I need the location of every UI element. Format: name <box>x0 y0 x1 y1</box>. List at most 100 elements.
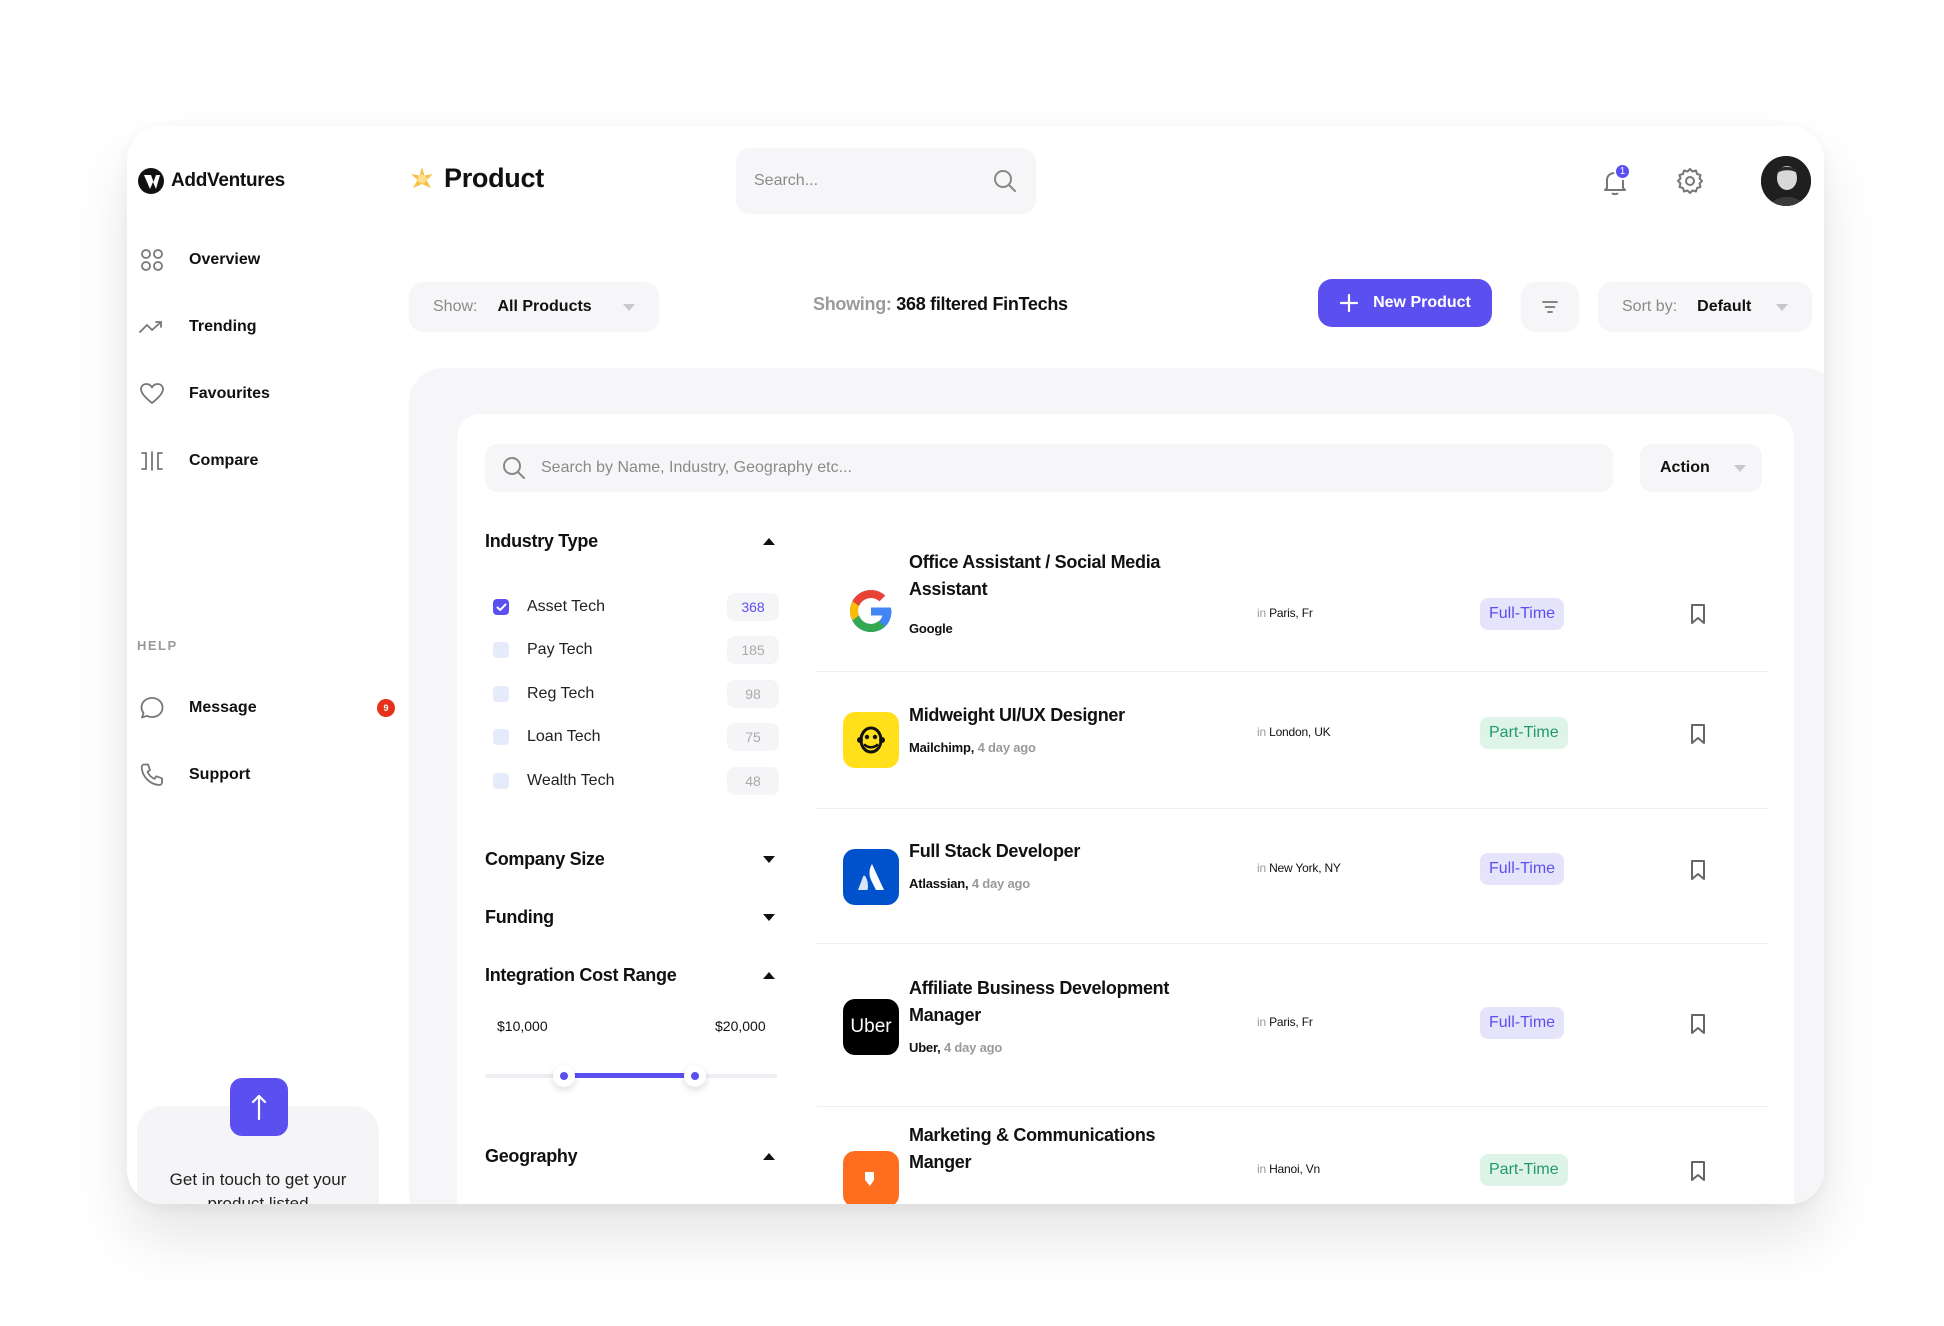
checkbox[interactable] <box>493 599 509 615</box>
posted-ago: 4 day ago <box>977 740 1036 755</box>
filter-option-asset-tech[interactable]: Asset Tech 368 <box>493 593 779 621</box>
checkbox[interactable] <box>493 773 509 789</box>
job-title[interactable]: Midweight UI/UX Designer <box>909 702 1189 729</box>
job-title[interactable]: Marketing & Communications Manger <box>909 1122 1189 1176</box>
list-item[interactable]: Uber Affiliate Business Development Mana… <box>817 944 1769 1106</box>
global-search-input[interactable] <box>754 172 992 190</box>
filter-option-loan-tech[interactable]: Loan Tech 75 <box>493 723 779 751</box>
sidebar-item-message[interactable]: Message 9 <box>139 695 395 721</box>
filter-option-count: 185 <box>727 636 779 664</box>
location-prefix: in <box>1257 1015 1266 1029</box>
filter-group-geography[interactable]: Geography <box>485 1146 775 1167</box>
gear-icon <box>1677 168 1703 194</box>
bookmark-icon[interactable] <box>1687 859 1709 881</box>
collapse-icon <box>763 1153 775 1160</box>
action-dropdown-label: Action <box>1660 459 1710 476</box>
filter-option-reg-tech[interactable]: Reg Tech 98 <box>493 680 779 708</box>
notifications-button[interactable]: 1 <box>1600 163 1631 197</box>
checkbox[interactable] <box>493 642 509 658</box>
filter-group-industry-type[interactable]: Industry Type <box>485 531 775 552</box>
bookmark-icon[interactable] <box>1687 1160 1709 1182</box>
chevron-down-icon <box>623 303 635 311</box>
job-type-badge: Part-Time <box>1480 1154 1568 1186</box>
panel-search-input[interactable] <box>541 459 1597 477</box>
sidebar-item-label: Favourites <box>189 385 270 402</box>
action-dropdown[interactable]: Action <box>1640 444 1762 492</box>
job-company: Google <box>909 621 953 636</box>
plus-icon <box>1339 293 1359 313</box>
list-item[interactable]: Full Stack Developer Atlassian, 4 day ag… <box>817 809 1769 943</box>
expand-icon <box>763 856 775 863</box>
sidebar-item-trending[interactable]: Trending <box>139 314 257 340</box>
message-count-badge: 9 <box>377 699 395 717</box>
settings-button[interactable] <box>1675 166 1705 196</box>
new-product-button[interactable]: New Product <box>1318 279 1492 327</box>
filter-option-wealth-tech[interactable]: Wealth Tech 48 <box>493 767 779 795</box>
notification-count-badge: 1 <box>1614 163 1631 180</box>
location-prefix: in <box>1257 606 1266 620</box>
grid-icon <box>141 249 163 271</box>
job-location: in Paris, Fr <box>1257 1015 1313 1029</box>
company-name: Google <box>909 621 953 636</box>
user-avatar[interactable] <box>1761 156 1811 206</box>
mailchimp-monkey-icon <box>857 726 885 754</box>
addventures-logo-icon <box>138 168 164 194</box>
filter-option-label: Loan Tech <box>527 728 601 745</box>
sort-select[interactable]: Sort by: Default <box>1598 282 1812 332</box>
app-window: AddVentures Overview Trending Favourites… <box>127 126 1824 1204</box>
filter-option-count: 368 <box>727 593 779 621</box>
sidebar-item-favourites[interactable]: Favourites <box>139 381 270 407</box>
show-filter-select[interactable]: Show: All Products <box>409 282 659 332</box>
list-item[interactable]: Marketing & Communications Manger in Han… <box>817 1107 1769 1204</box>
chevron-down-icon <box>1776 303 1788 311</box>
bookmark-icon[interactable] <box>1687 1013 1709 1035</box>
filter-button[interactable] <box>1521 282 1579 332</box>
results-summary-value: 368 filtered FinTechs <box>896 294 1068 314</box>
results-summary: Showing: 368 filtered FinTechs <box>813 294 1068 315</box>
uber-logo-text: Uber <box>850 1016 892 1037</box>
location-value: Hanoi, Vn <box>1269 1162 1320 1176</box>
company-name: Mailchimp, <box>909 740 975 755</box>
sidebar-item-overview[interactable]: Overview <box>139 247 260 273</box>
filter-group-company-size[interactable]: Company Size <box>485 849 775 870</box>
filter-group-integration-cost[interactable]: Integration Cost Range <box>485 965 775 986</box>
filter-option-count: 98 <box>727 680 779 708</box>
company-name: Uber, <box>909 1040 941 1055</box>
global-search[interactable] <box>736 148 1036 214</box>
job-location: in New York, NY <box>1257 861 1341 875</box>
checkbox[interactable] <box>493 729 509 745</box>
brand-logo[interactable]: AddVentures <box>137 166 285 196</box>
bookmark-icon[interactable] <box>1687 723 1709 745</box>
company-name: Atlassian, <box>909 876 969 891</box>
list-item[interactable]: Office Assistant / Social Media Assistan… <box>817 536 1769 672</box>
filter-group-funding[interactable]: Funding <box>485 907 775 928</box>
page-title: Product <box>408 163 544 194</box>
range-slider-min-handle[interactable] <box>552 1065 575 1087</box>
filter-option-count: 75 <box>727 723 779 751</box>
sort-select-value: Default <box>1697 298 1752 315</box>
job-title[interactable]: Office Assistant / Social Media Assistan… <box>909 549 1189 603</box>
google-g-icon <box>850 590 892 632</box>
bookmark-icon[interactable] <box>1687 603 1709 625</box>
location-value: Paris, Fr <box>1269 606 1313 620</box>
expand-icon <box>763 914 775 921</box>
sidebar-item-label: Message <box>189 699 257 716</box>
filter-group-title: Integration Cost Range <box>485 965 677 985</box>
search-icon[interactable] <box>992 168 1018 194</box>
sidebar-item-compare[interactable]: Compare <box>139 448 258 474</box>
checkbox[interactable] <box>493 686 509 702</box>
sidebar-item-support[interactable]: Support <box>139 762 250 788</box>
panel-search[interactable] <box>485 444 1613 492</box>
range-max-label: $20,000 <box>715 1018 766 1034</box>
list-item[interactable]: Midweight UI/UX Designer Mailchimp, 4 da… <box>817 672 1769 808</box>
job-title[interactable]: Full Stack Developer <box>909 838 1189 865</box>
results-summary-prefix: Showing: <box>813 294 892 314</box>
posted-ago: 4 day ago <box>943 1040 1003 1055</box>
sort-select-prefix: Sort by: <box>1622 298 1678 315</box>
filter-option-pay-tech[interactable]: Pay Tech 185 <box>493 636 779 664</box>
contact-button[interactable] <box>230 1078 288 1136</box>
job-title[interactable]: Affiliate Business Development Manager <box>909 975 1189 1029</box>
mailchimp-logo <box>843 712 899 768</box>
location-prefix: in <box>1257 861 1266 875</box>
show-select-value: All Products <box>497 298 592 315</box>
